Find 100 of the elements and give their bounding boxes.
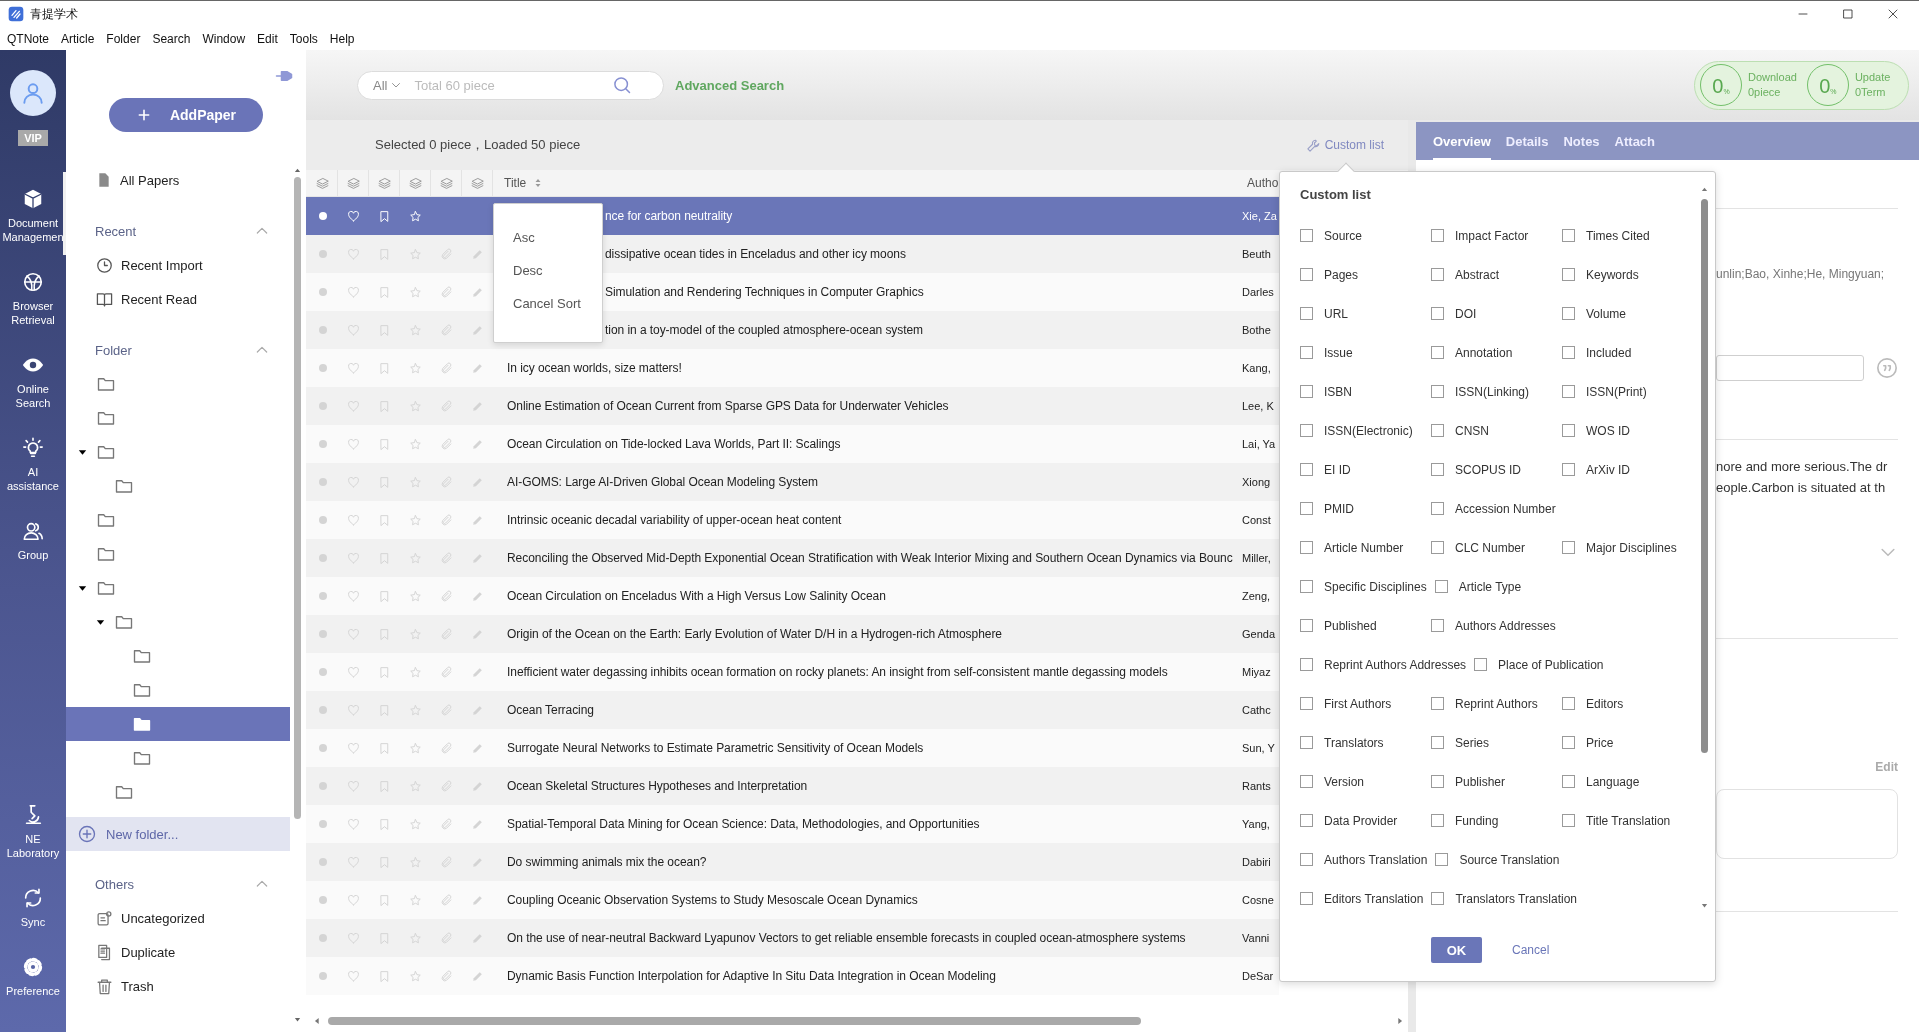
ok-button[interactable]: OK bbox=[1431, 937, 1482, 963]
pencil-icon[interactable] bbox=[471, 893, 484, 907]
new-folder-button[interactable]: New folder... bbox=[66, 817, 290, 851]
avatar[interactable] bbox=[10, 70, 56, 116]
checkbox[interactable] bbox=[1435, 853, 1449, 866]
checkbox[interactable] bbox=[1562, 229, 1575, 242]
paperclip-icon[interactable] bbox=[440, 931, 453, 945]
checkbox[interactable] bbox=[1474, 658, 1488, 671]
checkbox[interactable] bbox=[1562, 541, 1575, 554]
add-paper-button[interactable]: AddPaper bbox=[109, 98, 263, 132]
paperclip-icon[interactable] bbox=[440, 285, 453, 299]
scroll-up-icon[interactable] bbox=[1700, 185, 1709, 194]
star-icon[interactable] bbox=[409, 855, 422, 869]
checkbox[interactable] bbox=[1300, 229, 1313, 242]
pencil-icon[interactable] bbox=[471, 475, 484, 489]
paperclip-icon[interactable] bbox=[440, 627, 453, 641]
paperclip-icon[interactable] bbox=[440, 361, 453, 375]
checkbox-label[interactable]: Authors Addresses bbox=[1455, 618, 1556, 633]
star-icon[interactable] bbox=[409, 969, 422, 983]
checkbox[interactable] bbox=[1562, 424, 1575, 437]
checkbox[interactable] bbox=[1562, 268, 1575, 281]
checkbox[interactable] bbox=[1431, 892, 1445, 905]
sidebar-item[interactable]: Recent Read bbox=[66, 282, 290, 316]
checkbox[interactable] bbox=[1431, 229, 1444, 242]
checkbox[interactable] bbox=[1562, 463, 1575, 476]
input-field[interactable] bbox=[1716, 355, 1864, 381]
checkbox-label[interactable]: Source Translation bbox=[1459, 852, 1560, 867]
nav-item[interactable]: Group bbox=[0, 504, 66, 573]
checkbox[interactable] bbox=[1434, 580, 1448, 593]
checkbox[interactable] bbox=[1431, 775, 1444, 788]
pencil-icon[interactable] bbox=[471, 969, 484, 983]
checkbox[interactable] bbox=[1300, 424, 1313, 437]
menu-item[interactable]: QTNote bbox=[1, 31, 55, 46]
menu-item[interactable]: Tools bbox=[283, 31, 324, 46]
table-row[interactable]: Inefficient water degassing inhibits ocean formation on rocky planets: An insight from self-consistent mantle degassing models Miyaz bbox=[306, 653, 1279, 691]
checkbox-label[interactable]: Reprint Authors bbox=[1455, 696, 1538, 711]
checkbox-label[interactable]: Place of Publication bbox=[1498, 657, 1604, 672]
sidebar-item[interactable]: Uncategorized bbox=[66, 901, 290, 935]
checkbox[interactable] bbox=[1300, 658, 1313, 671]
sidebar-item[interactable]: Duplicate bbox=[66, 935, 290, 969]
checkbox[interactable] bbox=[1431, 697, 1444, 710]
pencil-icon[interactable] bbox=[471, 437, 484, 451]
checkbox-label[interactable]: Article Type bbox=[1458, 579, 1522, 594]
checkbox[interactable] bbox=[1300, 892, 1313, 905]
checkbox[interactable] bbox=[1431, 541, 1444, 554]
checkbox-label[interactable]: Annotation bbox=[1455, 345, 1513, 360]
menu-item[interactable]: Edit bbox=[251, 31, 284, 46]
paperclip-icon[interactable] bbox=[440, 247, 453, 261]
checkbox-label[interactable]: Editors Translation bbox=[1324, 891, 1424, 906]
pencil-icon[interactable] bbox=[471, 285, 484, 299]
star-icon[interactable] bbox=[409, 931, 422, 945]
checkbox-label[interactable]: Published bbox=[1324, 618, 1377, 633]
paperclip-icon[interactable] bbox=[440, 475, 453, 489]
table-row[interactable]: Do swimming animals mix the ocean? Dabiri bbox=[306, 843, 1279, 881]
pencil-icon[interactable] bbox=[471, 399, 484, 413]
checkbox[interactable] bbox=[1431, 619, 1444, 632]
quote-icon[interactable] bbox=[1876, 357, 1898, 379]
table-row[interactable]: Coupling Oceanic Observation Systems to Study Mesoscale Ocean Dynamics Cosne bbox=[306, 881, 1279, 919]
star-icon[interactable] bbox=[409, 399, 422, 413]
nav-item[interactable]: Preference bbox=[0, 940, 66, 1009]
checkbox-label[interactable]: Title Translation bbox=[1586, 813, 1671, 828]
checkbox[interactable] bbox=[1431, 346, 1444, 359]
checkbox-label[interactable]: Abstract bbox=[1455, 267, 1499, 282]
checkbox[interactable] bbox=[1300, 541, 1313, 554]
checkbox-label[interactable]: Translators bbox=[1324, 735, 1384, 750]
paperclip-icon[interactable] bbox=[440, 817, 453, 831]
paperclip-icon[interactable] bbox=[440, 513, 453, 527]
table-row[interactable]: Ocean Circulation on Tide-locked Lava Worlds, Part II: Scalings Lai, Ya bbox=[306, 425, 1279, 463]
scroll-up-icon[interactable] bbox=[293, 166, 302, 175]
paperclip-icon[interactable] bbox=[440, 703, 453, 717]
checkbox-label[interactable]: Major Disciplines bbox=[1586, 540, 1677, 555]
sidebar-item[interactable]: All Papers bbox=[66, 163, 290, 197]
checkbox-label[interactable]: PMID bbox=[1324, 501, 1354, 516]
cancel-button[interactable]: Cancel bbox=[1512, 943, 1550, 957]
table-row[interactable]: Reconciling the Observed Mid-Depth Exponential Ocean Stratification with Weak Interior Mixing and Southern Ocean Dynamics via Bounc Miller, bbox=[306, 539, 1279, 577]
checkbox-label[interactable]: Data Provider bbox=[1324, 813, 1398, 828]
pencil-icon[interactable] bbox=[471, 779, 484, 793]
nav-item[interactable]: Sync bbox=[0, 871, 66, 940]
checkbox-label[interactable]: SCOPUS ID bbox=[1455, 462, 1521, 477]
checkbox[interactable] bbox=[1300, 346, 1313, 359]
sidebar-item[interactable]: Recent Import bbox=[66, 248, 290, 282]
nav-item[interactable]: AI assistance bbox=[0, 421, 66, 504]
checkbox[interactable] bbox=[1562, 697, 1575, 710]
menu-item[interactable]: Article bbox=[55, 31, 101, 46]
paperclip-icon[interactable] bbox=[440, 551, 453, 565]
star-icon[interactable] bbox=[409, 247, 422, 261]
paperclip-icon[interactable] bbox=[440, 589, 453, 603]
table-row[interactable]: tion in a toy-model of the coupled atmosphere-ocean system Bothe bbox=[306, 311, 1279, 349]
checkbox-label[interactable]: Series bbox=[1455, 735, 1489, 750]
checkbox-label[interactable]: ISSN(Print) bbox=[1586, 384, 1647, 399]
nav-item[interactable]: NE Laboratory bbox=[0, 788, 66, 871]
menu-item[interactable]: Window bbox=[196, 31, 252, 46]
star-icon[interactable] bbox=[409, 475, 422, 489]
table-row[interactable]: Surrogate Neural Networks to Estimate Parametric Sensitivity of Ocean Models Sun, Y bbox=[306, 729, 1279, 767]
scrollbar-thumb[interactable] bbox=[294, 177, 301, 819]
paperclip-icon[interactable] bbox=[440, 893, 453, 907]
star-icon[interactable] bbox=[409, 589, 422, 603]
checkbox-label[interactable]: CLC Number bbox=[1455, 540, 1526, 555]
checkbox-label[interactable]: DOI bbox=[1455, 306, 1477, 321]
layers-icon[interactable] bbox=[408, 176, 422, 190]
